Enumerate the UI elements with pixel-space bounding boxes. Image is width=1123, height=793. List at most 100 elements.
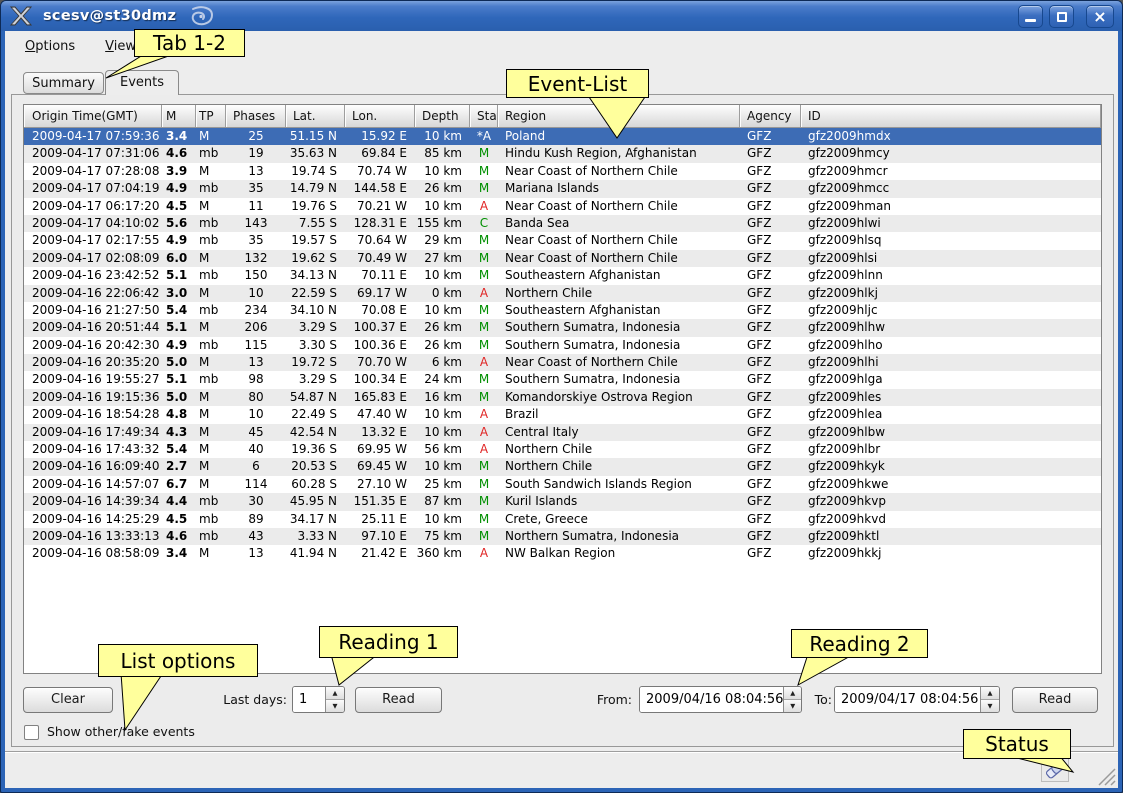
cell-phases: 19 bbox=[226, 145, 286, 162]
read-last-days-button[interactable]: Read bbox=[355, 687, 442, 713]
menu-options[interactable]: Options bbox=[15, 36, 85, 57]
show-fake-events-checkbox[interactable] bbox=[24, 725, 39, 740]
last-days-value[interactable]: 1 bbox=[293, 687, 325, 712]
close-button[interactable]: × bbox=[1086, 5, 1114, 28]
column-header-lon[interactable]: Lon. bbox=[345, 105, 415, 127]
table-row[interactable]: 2009-04-17 02:17:554.9mb3519.57 S70.64 W… bbox=[24, 232, 1101, 249]
cell-region: Mariana Islands bbox=[498, 180, 740, 197]
from-up-arrow[interactable]: ▲ bbox=[784, 687, 801, 700]
table-row[interactable]: 2009-04-17 07:31:064.6mb1935.63 N69.84 E… bbox=[24, 145, 1101, 162]
table-row[interactable]: 2009-04-17 06:17:204.5M1119.76 S70.21 W1… bbox=[24, 198, 1101, 215]
table-row[interactable]: 2009-04-16 17:43:325.4M4019.36 S69.95 W5… bbox=[24, 441, 1101, 458]
cell-agency: GFZ bbox=[740, 424, 801, 441]
column-header-depth[interactable]: Depth bbox=[415, 105, 470, 127]
column-header-origin-time-gmt[interactable]: Origin Time(GMT) bbox=[24, 105, 162, 127]
cell-time: 2009-04-16 20:42:30 bbox=[24, 337, 162, 354]
connection-status-icon[interactable] bbox=[1041, 758, 1069, 782]
column-header-stat[interactable]: Stat bbox=[470, 105, 498, 127]
to-datetime-spinbox[interactable]: 2009/04/17 08:04:56 ▲ ▼ bbox=[834, 686, 1000, 713]
table-row[interactable]: 2009-04-16 19:15:365.0M8054.87 N165.83 E… bbox=[24, 389, 1101, 406]
maximize-button[interactable] bbox=[1049, 5, 1074, 28]
table-row[interactable]: 2009-04-16 14:57:076.7M11460.28 S27.10 W… bbox=[24, 476, 1101, 493]
cell-depth: 155 km bbox=[415, 215, 470, 232]
cell-lat: 34.13 N bbox=[286, 267, 345, 284]
cell-time: 2009-04-17 07:28:08 bbox=[24, 163, 162, 180]
column-header-phases[interactable]: Phases bbox=[226, 105, 286, 127]
event-table[interactable]: Origin Time(GMT)MTPPhasesLat.Lon.DepthSt… bbox=[23, 104, 1102, 674]
cell-depth: 16 km bbox=[415, 389, 470, 406]
cell-region: Northern Chile bbox=[498, 441, 740, 458]
table-row[interactable]: 2009-04-16 20:35:205.0M1319.72 S70.70 W6… bbox=[24, 354, 1101, 371]
last-days-down-arrow[interactable]: ▼ bbox=[326, 700, 344, 712]
cell-tp: mb bbox=[196, 528, 226, 545]
statusbar bbox=[5, 751, 1118, 788]
cell-lat: 3.33 N bbox=[286, 528, 345, 545]
cell-id: gfz2009hlbw bbox=[801, 424, 1101, 441]
callout-tab-1-2: Tab 1-2 bbox=[134, 29, 245, 57]
column-header-region[interactable]: Region bbox=[498, 105, 740, 127]
table-row[interactable]: 2009-04-16 08:58:093.4M1341.94 N21.42 E3… bbox=[24, 545, 1101, 562]
x-app-icon bbox=[9, 5, 33, 27]
resize-grip[interactable] bbox=[1094, 764, 1116, 786]
cell-lat: 54.87 N bbox=[286, 389, 345, 406]
column-header-agency[interactable]: Agency bbox=[740, 105, 801, 127]
cell-phases: 132 bbox=[226, 250, 286, 267]
column-header-tp[interactable]: TP bbox=[196, 105, 226, 127]
tab-events[interactable]: Events bbox=[105, 70, 179, 95]
column-header-lat[interactable]: Lat. bbox=[286, 105, 345, 127]
table-row[interactable]: 2009-04-16 23:42:525.1mb15034.13 N70.11 … bbox=[24, 267, 1101, 284]
cell-stat: M bbox=[470, 337, 498, 354]
titlebar[interactable]: scesv@st30dmz × bbox=[1, 1, 1122, 31]
cell-lon: 69.95 W bbox=[345, 441, 415, 458]
cell-depth: 10 km bbox=[415, 163, 470, 180]
clear-button[interactable]: Clear bbox=[23, 687, 113, 713]
table-row[interactable]: 2009-04-17 02:08:096.0M13219.62 S70.49 W… bbox=[24, 250, 1101, 267]
minimize-button[interactable] bbox=[1018, 5, 1043, 28]
cell-stat: A bbox=[470, 545, 498, 562]
table-row[interactable]: 2009-04-17 07:28:083.9M1319.74 S70.74 W1… bbox=[24, 163, 1101, 180]
cell-time: 2009-04-16 23:42:52 bbox=[24, 267, 162, 284]
cell-lon: 165.83 E bbox=[345, 389, 415, 406]
read-range-button[interactable]: Read bbox=[1012, 687, 1098, 713]
cell-phases: 30 bbox=[226, 493, 286, 510]
cell-lon: 70.21 W bbox=[345, 198, 415, 215]
cell-mag: 4.6 bbox=[162, 528, 196, 545]
cell-depth: 27 km bbox=[415, 250, 470, 267]
to-up-arrow[interactable]: ▲ bbox=[981, 687, 999, 700]
last-days-spinbox[interactable]: 1 ▲ ▼ bbox=[292, 686, 345, 713]
table-row[interactable]: 2009-04-16 14:39:344.4mb3045.95 N151.35 … bbox=[24, 493, 1101, 510]
table-row[interactable]: 2009-04-16 16:09:402.7M620.53 S69.45 W10… bbox=[24, 458, 1101, 475]
table-row[interactable]: 2009-04-16 13:33:134.6mb433.33 N97.10 E7… bbox=[24, 528, 1101, 545]
table-row[interactable]: 2009-04-16 21:27:505.4mb23434.10 N70.08 … bbox=[24, 302, 1101, 319]
column-header-id[interactable]: ID bbox=[801, 105, 1101, 127]
table-row[interactable]: 2009-04-17 07:59:363.4M2551.15 N15.92 E1… bbox=[24, 128, 1101, 145]
column-header-m[interactable]: M bbox=[162, 105, 196, 127]
cell-depth: 26 km bbox=[415, 180, 470, 197]
table-row[interactable]: 2009-04-16 18:54:284.8M1022.49 S47.40 W1… bbox=[24, 406, 1101, 423]
table-row[interactable]: 2009-04-16 17:49:344.3M4542.54 N13.32 E1… bbox=[24, 424, 1101, 441]
table-row[interactable]: 2009-04-16 14:25:294.5mb8934.17 N25.11 E… bbox=[24, 511, 1101, 528]
cell-agency: GFZ bbox=[740, 180, 801, 197]
cell-region: Northern Chile bbox=[498, 458, 740, 475]
cell-agency: GFZ bbox=[740, 458, 801, 475]
cell-lon: 25.11 E bbox=[345, 511, 415, 528]
table-row[interactable]: 2009-04-17 04:10:025.6mb1437.55 S128.31 … bbox=[24, 215, 1101, 232]
cell-lon: 13.32 E bbox=[345, 424, 415, 441]
from-datetime-spinbox[interactable]: 2009/04/16 08:04:56 ▲ ▼ bbox=[639, 686, 802, 713]
table-row[interactable]: 2009-04-16 20:51:445.1M2063.29 S100.37 E… bbox=[24, 319, 1101, 336]
tab-summary[interactable]: Summary bbox=[23, 72, 104, 94]
table-row[interactable]: 2009-04-16 19:55:275.1mb983.29 S100.34 E… bbox=[24, 371, 1101, 388]
to-down-arrow[interactable]: ▼ bbox=[981, 700, 999, 712]
table-row[interactable]: 2009-04-16 20:42:304.9mb1153.30 S100.36 … bbox=[24, 337, 1101, 354]
cell-region: Near Coast of Northern Chile bbox=[498, 354, 740, 371]
from-datetime-value[interactable]: 2009/04/16 08:04:56 bbox=[640, 687, 783, 712]
last-days-up-arrow[interactable]: ▲ bbox=[326, 687, 344, 700]
cell-stat: A bbox=[470, 198, 498, 215]
cell-depth: 10 km bbox=[415, 511, 470, 528]
table-row[interactable]: 2009-04-17 07:04:194.9mb3514.79 N144.58 … bbox=[24, 180, 1101, 197]
cell-depth: 25 km bbox=[415, 476, 470, 493]
cell-mag: 5.1 bbox=[162, 319, 196, 336]
table-row[interactable]: 2009-04-16 22:06:423.0M1022.59 S69.17 W0… bbox=[24, 285, 1101, 302]
from-down-arrow[interactable]: ▼ bbox=[784, 700, 801, 712]
to-datetime-value[interactable]: 2009/04/17 08:04:56 bbox=[835, 687, 980, 712]
